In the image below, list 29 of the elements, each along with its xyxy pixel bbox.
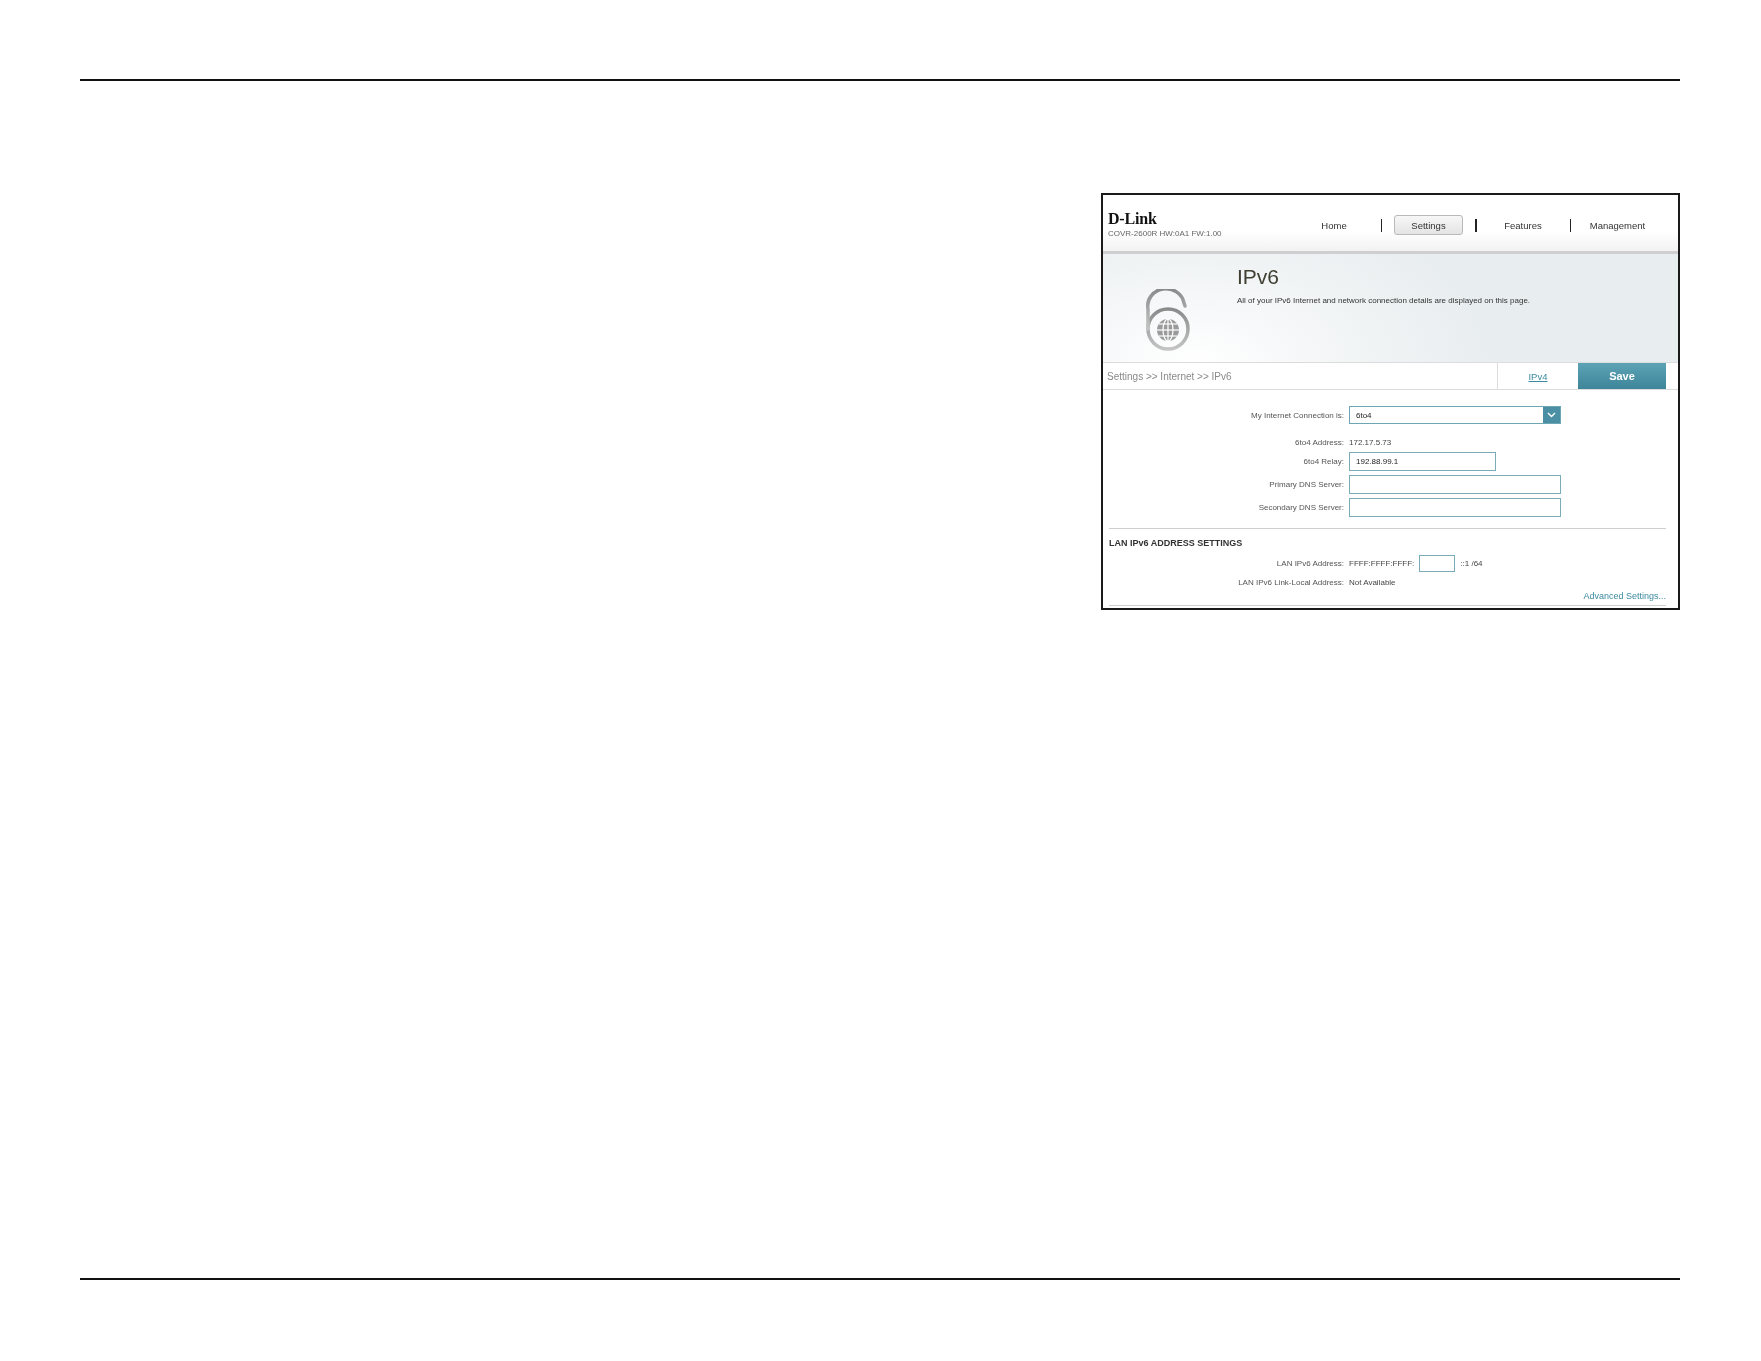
input-field[interactable]: [1349, 475, 1561, 494]
field-label: My Internet Connection is:: [1251, 410, 1344, 420]
field-label: 6to4 Address:: [1295, 437, 1344, 447]
field-value: Not Available: [1349, 577, 1396, 587]
nav-tab[interactable]: Home: [1299, 215, 1369, 235]
brand-logo: D-Link: [1108, 211, 1157, 228]
field-label: LAN IPv6 Link-Local Address:: [1238, 577, 1344, 587]
chevron-down-icon[interactable]: [1543, 407, 1560, 423]
field-label: LAN IPv6 Address:: [1276, 559, 1344, 568]
field-label: Primary DNS Server:: [1269, 480, 1344, 489]
field-label: 6to4 Relay:: [1303, 457, 1344, 466]
nav-tab[interactable]: Management: [1583, 215, 1652, 235]
nav-tab[interactable]: Features: [1488, 215, 1558, 235]
prefix-input-field[interactable]: [1419, 555, 1456, 572]
lock-globe-icon: [1144, 289, 1192, 351]
page-title: IPv6: [1237, 264, 1280, 290]
address-suffix: ::1 /64: [1460, 559, 1483, 568]
field-value: 172.17.5.73: [1349, 437, 1392, 447]
model-text: COVR-2600R HW:0A1 FW:1.00: [1108, 229, 1222, 239]
page-description: All of your IPv6 Internet and network connection details are displayed on this page.: [1237, 296, 1531, 306]
input-field[interactable]: 192.88.99.1: [1349, 452, 1496, 471]
breadcrumb-text: Settings >> Internet >> IPv6: [1106, 370, 1233, 382]
connection-type-select[interactable]: 6to4: [1349, 406, 1561, 424]
input-field[interactable]: [1349, 498, 1561, 517]
address-prefix: FFFF:FFFF:FFFF:: [1349, 559, 1415, 568]
section-heading: LAN IPv6 ADDRESS SETTINGS: [1109, 538, 1243, 549]
nav-tab[interactable]: Settings: [1394, 215, 1463, 235]
advanced-settings-link[interactable]: Advanced Settings...: [1583, 591, 1666, 601]
field-label: Secondary DNS Server:: [1258, 503, 1344, 512]
